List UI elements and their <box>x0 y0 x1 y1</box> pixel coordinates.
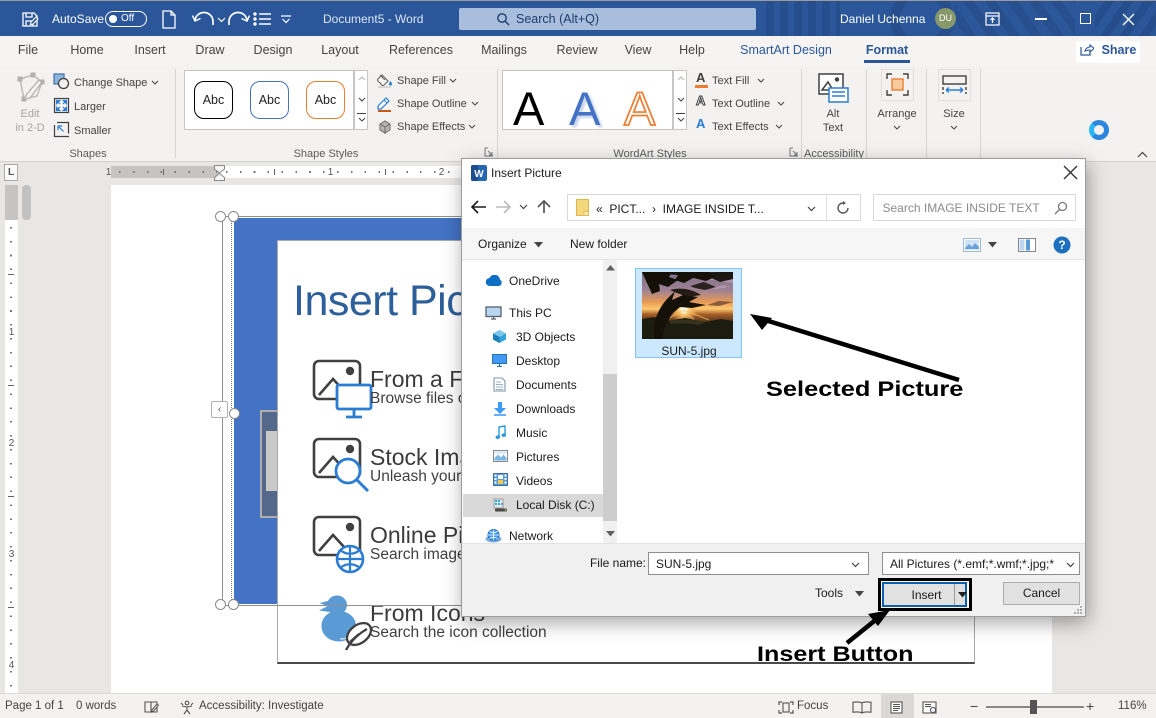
svg-text:W: W <box>474 169 484 180</box>
svg-text:?: ? <box>1058 238 1065 252</box>
